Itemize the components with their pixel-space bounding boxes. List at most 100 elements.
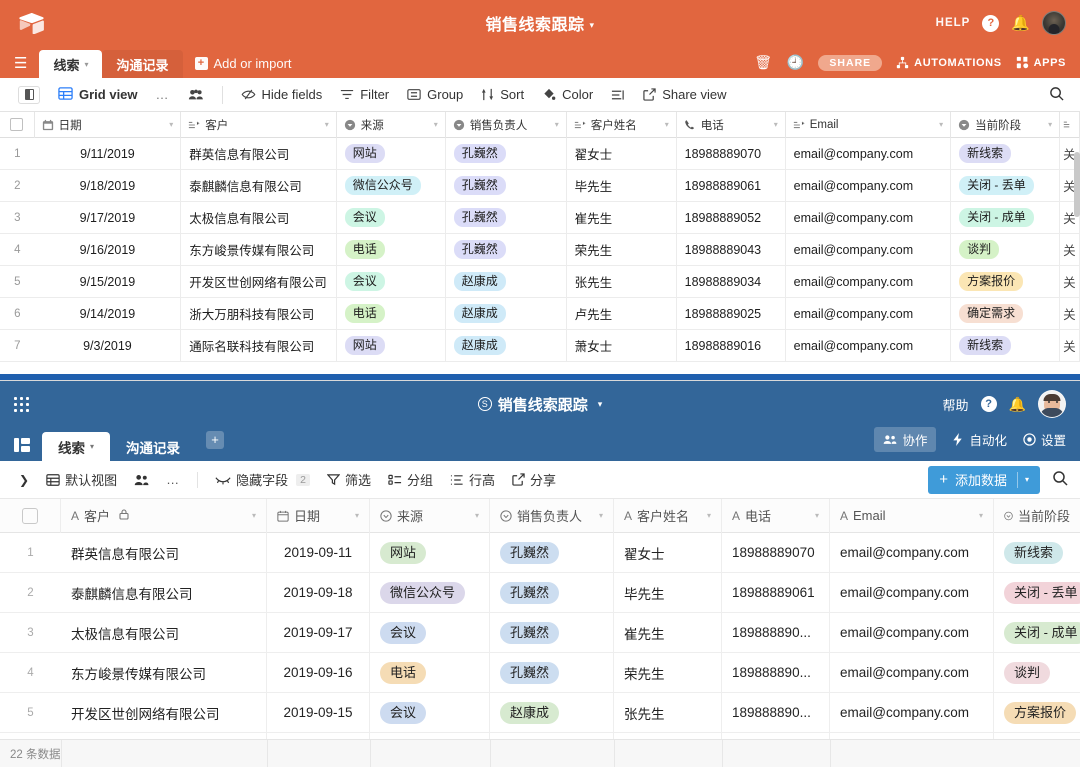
cell-email[interactable]: email@company.com (786, 233, 952, 266)
cell-stage[interactable]: 谈判 (994, 653, 1080, 693)
cell-overflow[interactable]: 关 (1060, 297, 1080, 330)
group-button[interactable]: 分组 (381, 466, 440, 493)
apps-button[interactable]: APPS (1016, 56, 1066, 69)
chevron-down-icon[interactable]: ▾ (599, 511, 603, 520)
cell-phone[interactable]: 18988889025 (677, 297, 786, 330)
tab-communications[interactable]: 沟通记录 (102, 50, 183, 78)
chevron-down-icon[interactable]: ▾ (434, 120, 438, 129)
cell-date[interactable]: 9/11/2019 (35, 137, 182, 170)
cell-email[interactable]: email@company.com (830, 692, 994, 733)
cell-phone[interactable]: 189888890... (722, 652, 830, 693)
cell-date[interactable]: 2019-09-18 (267, 572, 370, 613)
cell-owner[interactable]: 孔巍然 (490, 532, 614, 573)
hide-fields-button[interactable]: Hide fields (233, 83, 331, 106)
column-header-phone[interactable]: A 电话 ▾ (722, 498, 830, 533)
group-button[interactable]: Group (399, 83, 471, 106)
view-more-button[interactable]: … (159, 468, 187, 491)
cell-phone[interactable]: 18988889043 (677, 233, 786, 266)
cell-source[interactable]: 电话 (337, 233, 446, 266)
cell-phone[interactable]: 18988889016 (677, 329, 786, 362)
cell-company[interactable]: 浙大万朋科技有限公司 (181, 297, 337, 330)
table-row[interactable]: 5 开发区世创网络有限公司 2019-09-15 会议 赵康成 张先生 1898… (0, 692, 1080, 733)
cell-company[interactable]: 开发区世创网络有限公司 (181, 265, 337, 298)
column-header-source[interactable]: 来源 ▾ (370, 498, 490, 533)
cell-contact-name[interactable]: 翟女士 (567, 137, 677, 170)
table-row[interactable]: 1 9/11/2019 群英信息有限公司 网站 孔巍然 翟女士 18988889… (0, 137, 1080, 170)
column-header-owner[interactable]: 销售负责人 ▾ (446, 111, 567, 138)
cell-stage[interactable]: 方案报价 (994, 693, 1080, 733)
trash-icon[interactable]: 🗑 (754, 54, 772, 71)
add-or-import-button[interactable]: + Add or import (183, 56, 304, 78)
user-avatar[interactable] (1038, 390, 1066, 418)
table-row[interactable]: 3 太极信息有限公司 2019-09-17 会议 孔巍然 崔先生 1898888… (0, 612, 1080, 653)
search-icon[interactable] (1052, 470, 1068, 489)
cell-contact-name[interactable]: 毕先生 (614, 572, 722, 613)
cell-owner[interactable]: 孔巍然 (490, 572, 614, 613)
cell-date[interactable]: 2019-09-17 (267, 612, 370, 653)
cell-phone[interactable]: 18988889034 (677, 265, 786, 298)
color-button[interactable]: Color (534, 83, 601, 106)
cell-phone[interactable]: 18988889061 (677, 169, 786, 202)
cell-source[interactable]: 微信公众号 (337, 169, 446, 202)
cell-stage[interactable]: 确定需求 (951, 297, 1061, 330)
sidebar-panel-toggle-icon[interactable] (14, 438, 30, 452)
column-header-owner[interactable]: 销售负责人 ▾ (490, 498, 614, 533)
column-header-company[interactable]: 客户 ▾ (181, 111, 337, 138)
filter-button[interactable]: Filter (332, 83, 397, 106)
settings-button[interactable]: 设置 (1023, 430, 1066, 449)
cell-date[interactable]: 9/3/2019 (35, 329, 182, 362)
cell-stage[interactable]: 关闭 - 成单 (994, 613, 1080, 653)
table-row[interactable]: 4 东方峻景传媒有限公司 2019-09-16 电话 孔巍然 荣先生 18988… (0, 652, 1080, 693)
cell-owner[interactable]: 孔巍然 (490, 612, 614, 653)
cell-contact-name[interactable]: 卢先生 (567, 297, 677, 330)
cell-date[interactable]: 9/18/2019 (35, 169, 182, 202)
cell-stage[interactable]: 关闭 - 丢单 (951, 169, 1061, 202)
app1-vertical-scrollbar[interactable] (1074, 152, 1080, 217)
cell-phone[interactable]: 189888890... (722, 612, 830, 653)
sidebar-panel-toggle[interactable] (10, 82, 48, 108)
cell-date[interactable]: 9/15/2019 (35, 265, 182, 298)
cell-source[interactable]: 微信公众号 (370, 572, 490, 613)
column-header-overflow[interactable] (1060, 111, 1080, 138)
cell-phone[interactable]: 189888890... (722, 692, 830, 733)
title-caret-icon[interactable]: ▾ (598, 399, 603, 410)
row-height-button[interactable]: 行高 (443, 466, 502, 493)
cell-owner[interactable]: 孔巍然 (446, 233, 567, 266)
cell-date[interactable]: 9/17/2019 (35, 201, 182, 234)
chevron-down-icon[interactable]: ▾ (90, 442, 94, 451)
share-button[interactable]: SHARE (818, 54, 883, 71)
cell-owner[interactable]: 赵康成 (446, 265, 567, 298)
cell-email[interactable]: email@company.com (830, 572, 994, 613)
column-header-company[interactable]: A 客户 ▾ (61, 498, 267, 533)
select-all-checkbox[interactable] (0, 498, 61, 533)
chevron-down-icon[interactable]: ▾ (707, 511, 711, 520)
cell-phone[interactable]: 18988889070 (677, 137, 786, 170)
user-avatar[interactable] (1042, 11, 1066, 35)
cell-phone[interactable]: 18988889070 (722, 532, 830, 573)
column-header-email[interactable]: A Email ▾ (830, 498, 994, 533)
chevron-down-icon[interactable]: ▾ (355, 511, 359, 520)
table-row[interactable]: 5 9/15/2019 开发区世创网络有限公司 会议 赵康成 张先生 18988… (0, 265, 1080, 298)
cell-date[interactable]: 9/14/2019 (35, 297, 182, 330)
cell-source[interactable]: 电话 (337, 297, 446, 330)
cell-contact-name[interactable]: 张先生 (614, 692, 722, 733)
cell-company[interactable]: 群英信息有限公司 (181, 137, 337, 170)
table-row[interactable]: 2 泰麒麟信息有限公司 2019-09-18 微信公众号 孔巍然 毕先生 189… (0, 572, 1080, 613)
cell-email[interactable]: email@company.com (830, 652, 994, 693)
cell-source[interactable]: 会议 (370, 612, 490, 653)
cell-owner[interactable]: 孔巍然 (446, 169, 567, 202)
help-question-icon[interactable]: ? (980, 396, 997, 412)
cell-email[interactable]: email@company.com (786, 297, 952, 330)
sidebar-toggle-icon[interactable]: ☰ (14, 56, 39, 78)
collaborators-icon[interactable] (180, 84, 212, 105)
cell-contact-name[interactable]: 荣先生 (614, 652, 722, 693)
cell-company[interactable]: 东方峻景传媒有限公司 (181, 233, 337, 266)
table-row[interactable]: 3 9/17/2019 太极信息有限公司 会议 孔巍然 崔先生 18988889… (0, 201, 1080, 234)
cell-stage[interactable]: 谈判 (951, 233, 1061, 266)
chevron-down-icon[interactable]: ▾ (1048, 120, 1052, 129)
title-caret-icon[interactable]: ▾ (589, 20, 594, 30)
tab-communications[interactable]: 沟通记录 (110, 432, 196, 461)
column-header-email[interactable]: Email ▾ (786, 111, 952, 138)
cell-email[interactable]: email@company.com (786, 201, 952, 234)
help-label[interactable]: HELP (936, 17, 971, 29)
